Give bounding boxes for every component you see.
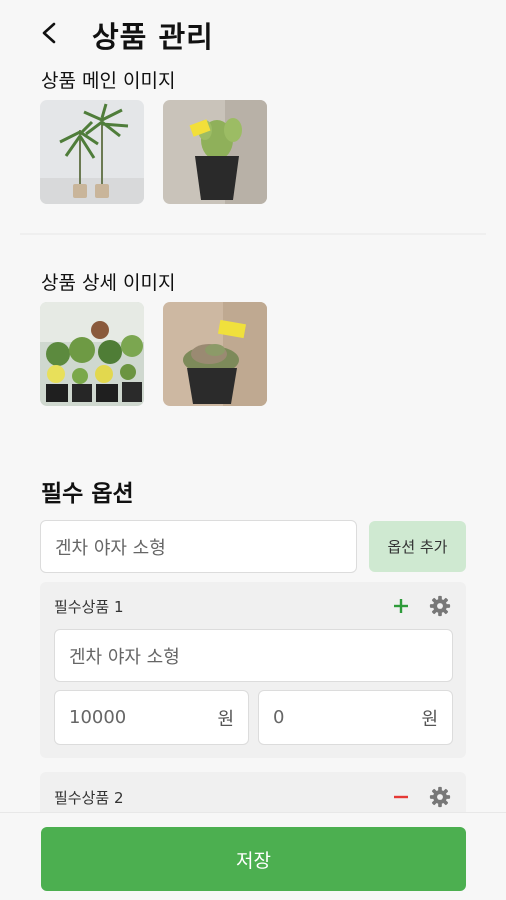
succulent-group-image [40,302,144,406]
add-item-button[interactable] [388,593,414,619]
page-title: 상품 관리 [92,20,214,54]
option-extra-price-input[interactable]: 0 원 [258,690,453,745]
detail-image-1[interactable] [40,302,144,406]
detail-image-2[interactable] [163,302,267,406]
back-button[interactable] [34,18,64,48]
price-unit: 원 [217,708,234,730]
option-label: 필수상품 1 [54,598,124,616]
main-image-1[interactable] [40,100,144,204]
extra-price-unit: 원 [421,708,438,730]
plus-icon [394,599,408,613]
option-settings-button[interactable] [427,784,453,810]
minus-icon [394,795,408,799]
detail-images-label: 상품 상세 이미지 [41,272,176,294]
chevron-left-icon [42,22,56,44]
palm-plant-image [40,100,144,204]
option-label: 필수상품 2 [54,789,124,807]
header: 상품 관리 [0,0,506,66]
add-option-button[interactable]: 옵션 추가 [369,521,466,572]
gear-icon [429,595,451,617]
option-price-input[interactable]: 10000 원 [54,690,249,745]
new-option-input[interactable]: 겐차 야자 소형 [40,520,357,573]
remove-item-button[interactable] [388,784,414,810]
succulent-pot-image [163,302,267,406]
extra-price-value: 0 [273,707,285,728]
option-name-input[interactable]: 겐차 야자 소형 [54,629,453,682]
section-divider [20,233,486,235]
required-options-title: 필수 옵션 [41,481,134,507]
option-card-1: 필수상품 1 겐차 야자 소형 10000 원 0 원 [40,582,466,758]
gear-icon [429,786,451,808]
option-settings-button[interactable] [427,593,453,619]
price-value: 10000 [69,707,127,728]
save-button[interactable]: 저장 [41,827,466,891]
main-images-label: 상품 메인 이미지 [41,70,176,92]
main-image-2[interactable] [163,100,267,204]
cactus-plant-image [163,100,267,204]
